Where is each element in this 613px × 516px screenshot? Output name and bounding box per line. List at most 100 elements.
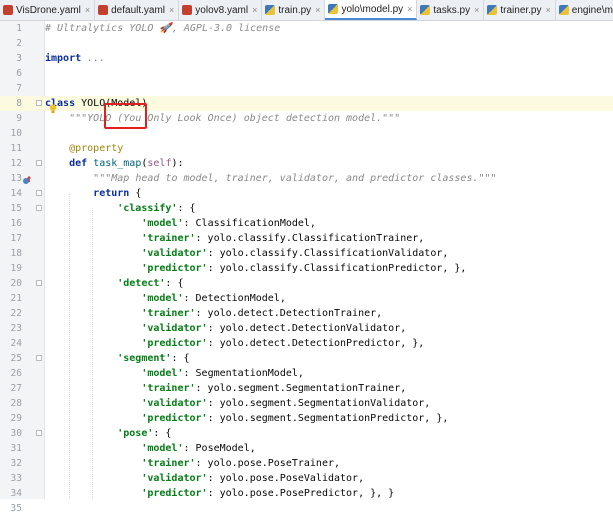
code-line[interactable]: 8 class YOLO(Model) [0,96,613,111]
code-token: : yolo.segment.SegmentationPredictor, }, [207,413,449,424]
code-line[interactable]: 1 # Ultralytics YOLO 🚀, AGPL-3.0 license [0,21,613,36]
code-line[interactable]: 10 [0,126,613,141]
code-token: 'validator' [141,248,208,259]
code-text: 'trainer': yolo.segment.SegmentationTrai… [45,381,406,396]
editor-tab[interactable]: train.py × [262,0,326,20]
close-icon[interactable]: × [169,5,174,15]
line-number: 16 [10,218,22,229]
fold-toggle-icon[interactable] [36,160,42,166]
code-token: 'predictor' [141,488,208,499]
editor-tab[interactable]: yolov8.yaml × [179,0,263,20]
code-token: 'predictor' [141,338,208,349]
code-line[interactable]: 3 import ... [0,51,613,66]
close-icon[interactable]: × [315,5,320,15]
code-token: 'trainer' [141,233,196,244]
fold-toggle-icon[interactable] [36,355,42,361]
code-token: : { [153,428,172,439]
python-file-icon [328,4,339,14]
code-text: @property [45,141,123,156]
code-token: : yolo.classify.ClassificationPredictor,… [207,263,467,274]
code-text: """YOLO (You Only Look Once) object dete… [45,111,400,126]
code-line[interactable]: 13 """Map head to model, trainer, valida… [0,171,613,186]
close-icon[interactable]: × [546,5,551,15]
line-number: 25 [10,353,22,364]
line-number: 7 [16,83,22,94]
code-token: def [69,158,88,169]
code-line[interactable]: 14 return { [0,186,613,201]
code-text: 'model': SegmentationModel, [45,366,304,381]
code-text: 'trainer': yolo.pose.PoseTrainer, [45,456,340,471]
tab-label: trainer.py [500,4,542,16]
code-text: 'trainer': yolo.classify.ClassificationT… [45,231,424,246]
editor-tab[interactable]: yolo\model.py × [325,0,418,20]
code-token: @property [69,143,124,154]
code-line[interactable]: 11 @property [0,141,613,156]
override-marker-icon[interactable] [22,176,32,186]
line-number: 18 [10,248,22,259]
line-number: 28 [10,398,22,409]
code-text: 'detect': { [45,276,183,291]
python-file-icon [265,5,276,15]
code-text: # Ultralytics YOLO 🚀, AGPL-3.0 license [45,21,280,36]
code-token: : yolo.pose.PosePredictor, }, } [207,488,395,499]
line-number: 14 [10,188,22,199]
code-text: 'model': PoseModel, [45,441,255,456]
line-number: 24 [10,338,22,349]
code-token: 'validator' [141,473,208,484]
fold-toggle-icon[interactable] [36,100,42,106]
code-line[interactable]: 35 [0,501,613,516]
editor-tab[interactable]: tasks.py × [417,0,485,20]
code-line[interactable]: 12 def task_map(self): [0,156,613,171]
tab-label: engine\model.py [571,4,613,16]
fold-toggle-icon[interactable] [36,280,42,286]
code-token: 'model' [141,368,184,379]
fold-toggle-icon[interactable] [36,205,42,211]
code-text: 'validator': yolo.segment.SegmentationVa… [45,396,430,411]
line-number: 26 [10,368,22,379]
lightbulb-icon[interactable] [49,104,57,114]
close-icon[interactable]: × [252,5,257,15]
editor-tab[interactable]: trainer.py × [484,0,556,20]
tab-label: tasks.py [433,4,471,16]
code-text: 'classify': { [45,201,196,216]
code-token: ): [171,158,184,169]
code-token: : yolo.detect.DetectionTrainer, [195,308,383,319]
line-number: 31 [10,443,22,454]
code-token: 'pose' [117,428,154,439]
close-icon[interactable]: × [474,5,479,15]
line-number: 32 [10,458,22,469]
fold-toggle-icon[interactable] [36,430,42,436]
line-number: 29 [10,413,22,424]
code-text: 'pose': { [45,426,171,441]
code-line[interactable]: 9 """YOLO (You Only Look Once) object de… [0,111,613,126]
close-icon[interactable]: × [85,5,90,15]
tab-label: yolov8.yaml [195,4,249,16]
editor-tab[interactable]: default.yaml × [95,0,180,20]
code-token: : { [177,203,196,214]
code-line[interactable]: 6 [0,66,613,81]
line-number: 17 [10,233,22,244]
code-token: 'validator' [141,398,208,409]
editor-tab[interactable]: engine\model.py× [556,0,613,20]
code-token: 'validator' [141,323,208,334]
fold-toggle-icon[interactable] [36,190,42,196]
editor-tab[interactable]: VisDrone.yaml × [0,0,96,20]
code-line[interactable]: 7 [0,81,613,96]
close-icon[interactable]: × [407,4,412,14]
code-editor[interactable]: 1 # Ultralytics YOLO 🚀, AGPL-3.0 license 2… [0,21,613,514]
code-line[interactable]: 2 [0,36,613,51]
line-number: 3 [16,53,22,64]
